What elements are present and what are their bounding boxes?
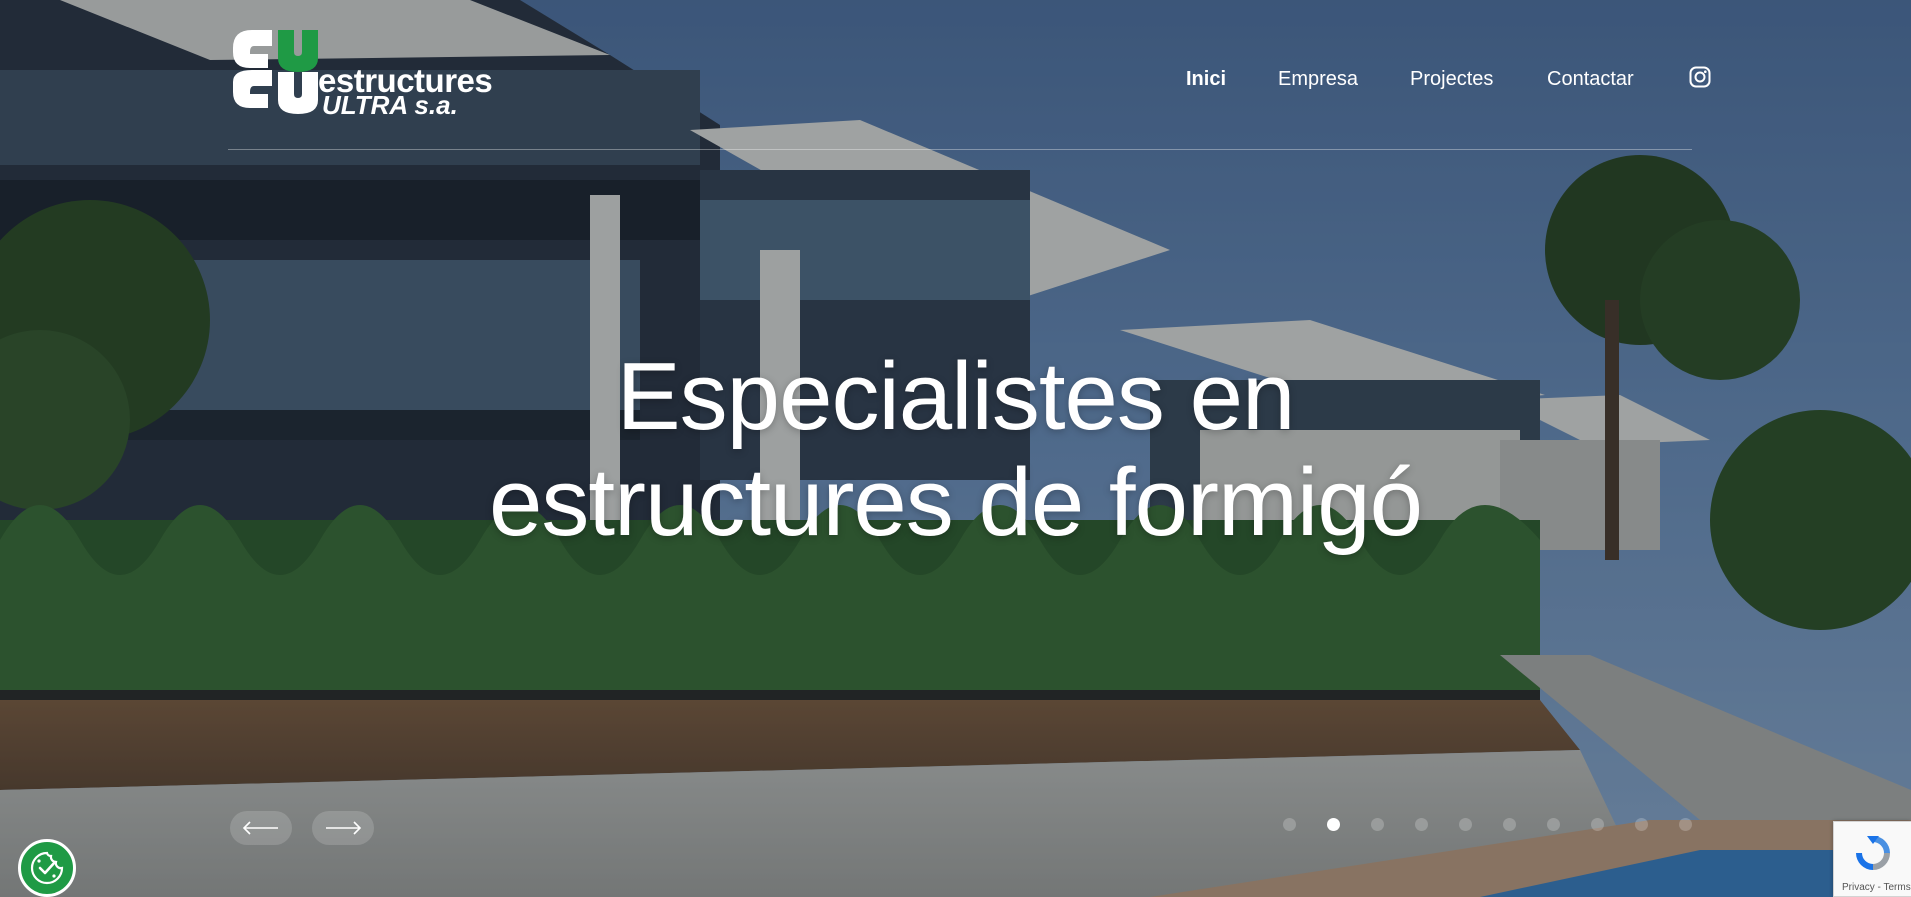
nav-item-projectes[interactable]: Projectes [1410,68,1493,91]
hero-headline-line-1: Especialistes en [616,343,1296,450]
slider-dot[interactable] [1415,818,1428,831]
arrow-right-icon [326,821,362,835]
logo-name-line-2: ULTRA s.a. [322,90,458,120]
recaptcha-icon [1856,836,1890,870]
instagram-icon[interactable] [1689,66,1711,88]
slider-dot[interactable] [1635,818,1648,831]
hero-headline-line-2: estructures de formigó [488,449,1423,556]
header-divider [228,149,1692,150]
slider-dot[interactable] [1371,818,1384,831]
recaptcha-links[interactable]: Privacy - Terms [1842,882,1911,893]
logo-mark-icon [233,30,318,114]
slider-dot[interactable] [1283,818,1296,831]
cookie-settings-button[interactable] [18,839,76,897]
slider-next-button[interactable] [312,811,374,845]
slider-dot[interactable] [1503,818,1516,831]
recaptcha-badge[interactable]: Privacy - Terms [1833,821,1911,897]
arrow-left-icon [242,821,278,835]
cookie-settings-icon [30,851,64,885]
slider-pagination [1283,818,1703,832]
slider-dot[interactable] [1459,818,1472,831]
nav-item-contactar[interactable]: Contactar [1547,68,1634,91]
slider-dot[interactable] [1679,818,1692,831]
brand-logo[interactable]: estructures ULTRA s.a. [228,28,518,120]
slider-dot[interactable] [1547,818,1560,831]
nav-item-empresa[interactable]: Empresa [1278,68,1358,91]
slider-dot[interactable] [1591,818,1604,831]
hero-headline: Especialistes en estructures de formigó [0,344,1911,556]
slider-prev-button[interactable] [230,811,292,845]
slider-dot[interactable] [1327,818,1340,831]
nav-item-inici[interactable]: Inici [1186,68,1226,91]
